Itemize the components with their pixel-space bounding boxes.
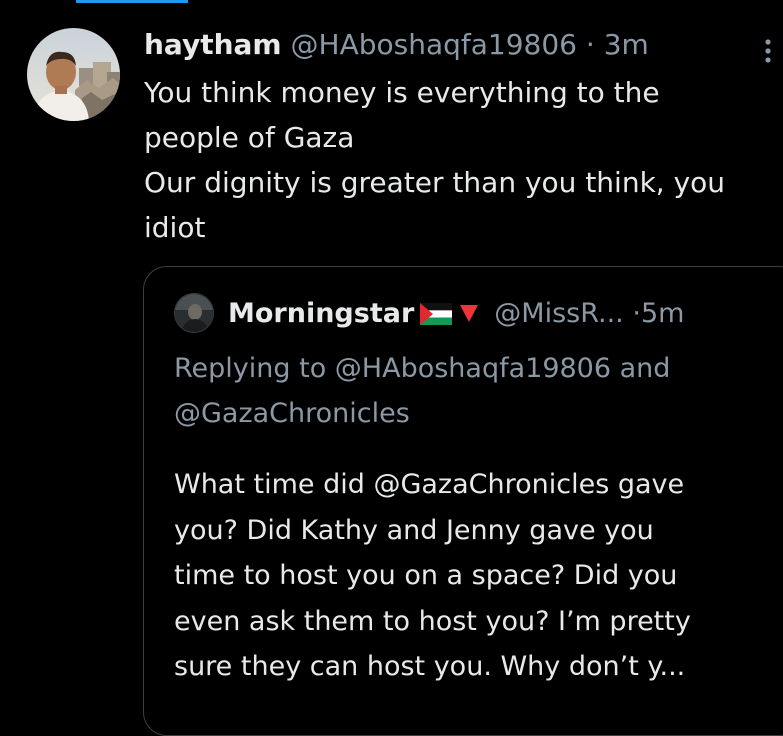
- quoted-timestamp[interactable]: 5m: [641, 298, 684, 329]
- tweet-header: haytham @HAboshaqfa19806 · 3m: [144, 25, 649, 65]
- more-vertical-icon[interactable]: [760, 32, 776, 72]
- quoted-text-line: time to host you on a space? Did you: [174, 560, 678, 591]
- replying-to-line: @GazaChronicles: [174, 398, 410, 429]
- quoted-text-line: What time did @GazaChronicles gave: [174, 469, 685, 500]
- tweet[interactable]: haytham @HAboshaqfa19806 · 3m You think …: [0, 0, 783, 736]
- avatar[interactable]: [27, 28, 120, 121]
- tweet-text-line: idiot: [144, 211, 206, 244]
- tweet-text-line: Our dignity is greater than you think, y…: [144, 166, 726, 199]
- quoted-tweet[interactable]: Morningstar @MissR... ·5m Replying to @H…: [143, 266, 783, 736]
- quoted-handle[interactable]: @MissR...: [494, 298, 623, 329]
- replying-to-line: Replying to @HAboshaqfa19806 and: [174, 353, 671, 384]
- display-name[interactable]: haytham: [144, 28, 282, 61]
- replying-to: Replying to @HAboshaqfa19806 and @GazaCh…: [174, 346, 783, 436]
- quoted-header: Morningstar @MissR... ·5m: [228, 294, 684, 334]
- quoted-text-line: even ask them to host you? I’m pretty: [174, 605, 691, 637]
- red-triangle-down-icon: [458, 296, 480, 322]
- quoted-text: What time did @GazaChronicles gave you? …: [174, 462, 783, 690]
- tweet-text-line: You think money is everything to the: [144, 76, 660, 109]
- separator-dot: ·: [632, 298, 641, 329]
- quoted-avatar[interactable]: [174, 293, 214, 333]
- quoted-text-line: you? Did Kathy and Jenny gave you: [174, 514, 654, 546]
- tweet-text: You think money is everything to the peo…: [144, 70, 780, 250]
- timestamp[interactable]: 3m: [604, 28, 649, 61]
- palestine-flag-icon: [420, 297, 453, 325]
- quoted-display-name[interactable]: Morningstar: [228, 298, 414, 329]
- quoted-text-line: sure they can host you. Why don’t y...: [174, 651, 686, 682]
- handle[interactable]: @HAboshaqfa19806: [291, 28, 577, 61]
- separator-dot: ·: [585, 28, 595, 61]
- tweet-text-line: people of Gaza: [144, 121, 355, 154]
